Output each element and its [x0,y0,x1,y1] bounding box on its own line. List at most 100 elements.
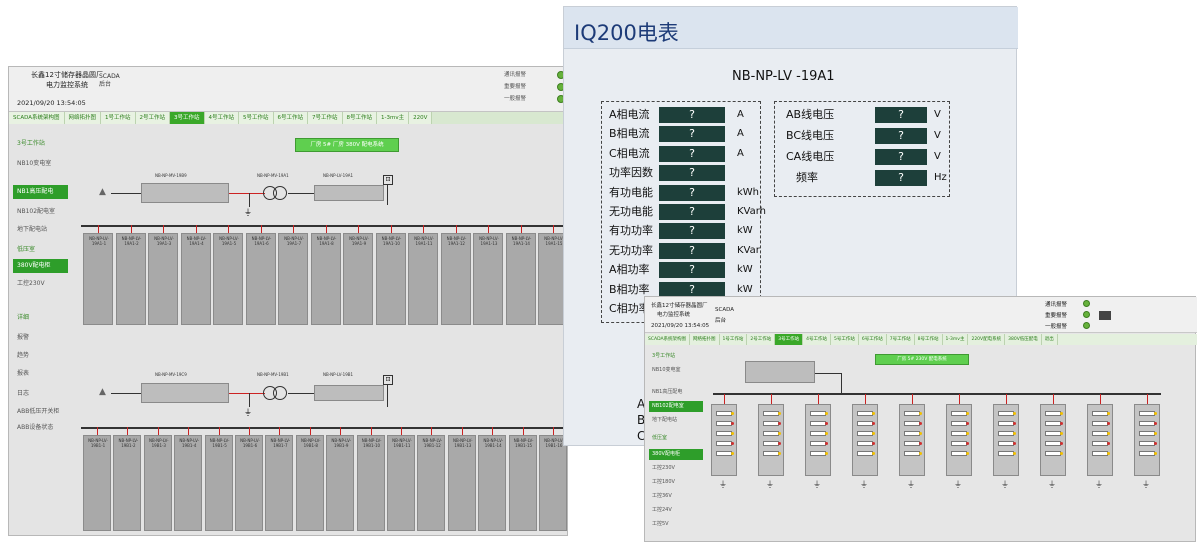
sidebar-item-2[interactable]: NB1高压配电 [13,185,68,199]
feeder-cabinet[interactable]: NB-NP-LV-19B1-10 [356,435,385,531]
sidebar-item-1[interactable]: NB10变电室 [649,365,703,376]
sidebar-item-1[interactable]: NB10变电室 [13,157,68,171]
sidebar-item-11[interactable]: 报表 [13,367,68,381]
tab-2[interactable]: 1号工作站 [720,334,748,345]
sidebar-item-7[interactable]: 工控230V [13,277,68,291]
tab-0[interactable]: SCADA系统架构图 [9,112,65,124]
feeder-cabinet[interactable]: NB-NP-LV-19A1-4 [180,233,211,325]
sidebar-item-10[interactable]: 趋势 [13,349,68,363]
feeder-cabinet[interactable]: NB-NP-LV-19A1-7 [278,233,308,325]
system-title-button[interactable]: 厂房 5# 230V 配电系统 [875,354,969,365]
feeder-cabinet[interactable]: NB-NP-LV-19B1-1 [83,435,111,531]
incoming-cabinet[interactable] [745,361,815,383]
sidebar-item-13[interactable]: ABB低压开关柜 [13,405,68,419]
tab-11[interactable]: 220V配电系统 [968,334,1006,345]
tab-9[interactable]: 8号工作站 [915,334,943,345]
tab-7[interactable]: 6号工作站 [273,112,309,124]
feeder-cabinet[interactable]: NB-NP-LV-19B1-11 [387,435,415,531]
feeder-cabinet[interactable]: NB-NP-LV-19A1-14 [505,233,536,325]
tab-2[interactable]: 1号工作站 [101,112,136,124]
feeder-cabinet[interactable]: NB-NP-LV-19B1-9 [326,435,355,531]
feeder-cabinet[interactable]: NB-NP-LV-19B1-13 [447,435,476,531]
tab-8[interactable]: 7号工作站 [308,112,343,124]
feeder-cabinet[interactable]: NB-NP-LV-19B1-4 [174,435,203,531]
feeder-cabinet[interactable]: NB-NP-LV-19A1-6 [245,233,276,325]
tab-3[interactable]: 2号工作站 [747,334,776,345]
tab-6[interactable]: 5号工作站 [239,112,274,124]
mv-cabinet[interactable] [141,183,229,203]
sidebar-item-4[interactable]: 地下配电站 [13,223,68,237]
tab-0[interactable]: SCADA系统架构图 [645,334,691,345]
feeder-cabinet[interactable] [946,404,972,476]
alarm-minor-light-icon[interactable] [1083,322,1090,329]
tab-6[interactable]: 5号工作站 [831,334,859,345]
lv-incoming-cabinet[interactable] [314,385,384,401]
lv-incoming-cabinet[interactable] [314,185,384,201]
feeder-cabinet[interactable] [805,404,831,476]
feeder-cabinet[interactable]: NB-NP-LV-19B1-12 [417,435,446,531]
sidebar-item-0[interactable]: 3号工作站 [13,137,68,151]
sidebar-item-4[interactable]: 地下配电站 [649,415,703,426]
sidebar-item-5[interactable]: 低压室 [649,433,703,444]
sidebar-item-7[interactable]: 工控230V [649,463,703,474]
mv-cabinet[interactable] [141,383,229,403]
feeder-cabinet[interactable]: NB-NP-LV-19A1-5 [213,233,243,325]
feeder-cabinet[interactable]: NB-NP-LV-19B1-8 [295,435,324,531]
sidebar-item-9[interactable]: 报警 [13,331,68,345]
feeder-cabinet[interactable]: NB-NP-LV-19B1-7 [265,435,294,531]
feeder-cabinet[interactable]: NB-NP-LV-19A1-2 [115,233,146,325]
feeder-cabinet[interactable] [711,404,737,476]
feeder-cabinet[interactable]: NB-NP-LV-19A1-9 [343,233,373,325]
sidebar-item-3[interactable]: NB102配电室 [13,205,68,219]
tab-4[interactable]: 3号工作站 [170,112,205,124]
tab-12[interactable]: 380V低压配电 [1005,334,1042,345]
feeder-cabinet[interactable]: NB-NP-LV-19A1-3 [148,233,178,325]
feeder-cabinet[interactable]: NB-NP-LV-19B1-6 [235,435,263,531]
sidebar-item-0[interactable]: 3号工作站 [649,351,703,362]
feeder-cabinet[interactable] [993,404,1019,476]
feeder-cabinet[interactable] [899,404,925,476]
system-title-button[interactable]: 厂房 5# 厂房 380V 配电系统 [295,138,399,152]
tab-1[interactable]: 网络拓扑图 [64,112,102,124]
tab-11[interactable]: 220V [409,112,433,124]
sidebar-item-5[interactable]: 低压室 [13,243,68,257]
sidebar-item-2[interactable]: NB1高压配电 [649,387,703,398]
feeder-cabinet[interactable]: NB-NP-LV-19A1-1 [83,233,113,325]
sidebar-item-10[interactable]: 工控24V [649,505,703,516]
feeder-cabinet[interactable] [1040,404,1066,476]
sidebar-item-6[interactable]: 380V配电柜 [13,259,68,273]
tab-9[interactable]: 8号工作站 [342,112,378,124]
alarm-comm-light-icon[interactable] [1083,300,1090,307]
tab-10[interactable]: 1-3mv主 [943,334,969,345]
sidebar-item-11[interactable]: 工控5V [649,519,703,530]
sidebar-item-6[interactable]: 380V配电柜 [649,449,703,460]
feeder-cabinet[interactable] [1087,404,1113,476]
tab-5[interactable]: 4号工作站 [803,334,832,345]
meter-icon[interactable]: ⊡ [383,375,393,385]
tab-10[interactable]: 1-3mv主 [377,112,410,124]
alarm-major-light-icon[interactable] [1083,311,1090,318]
feeder-cabinet[interactable] [758,404,784,476]
sidebar-item-8[interactable]: 工控180V [649,477,703,488]
sidebar-item-9[interactable]: 工控36V [649,491,703,502]
feeder-cabinet[interactable] [1134,404,1160,476]
tab-8[interactable]: 7号工作站 [887,334,915,345]
tab-5[interactable]: 4号工作站 [204,112,240,124]
tab-4[interactable]: 3号工作站 [775,334,804,345]
feeder-cabinet[interactable]: NB-NP-LV-19B1-16 [539,435,567,531]
meter-icon[interactable]: ⊡ [383,175,393,185]
tab-3[interactable]: 2号工作站 [135,112,171,124]
monitor-icon[interactable] [1099,311,1111,320]
feeder-cabinet[interactable]: NB-NP-LV-19B1-3 [143,435,172,531]
tab-1[interactable]: 网络拓扑图 [690,334,720,345]
sidebar-item-3[interactable]: NB102配电室 [649,401,703,412]
sidebar-item-12[interactable]: 日志 [13,387,68,401]
feeder-cabinet[interactable]: NB-NP-LV-19A1-12 [440,233,471,325]
feeder-cabinet[interactable]: NB-NP-LV-19B1-14 [478,435,507,531]
feeder-cabinet[interactable]: NB-NP-LV-19B1-2 [113,435,142,531]
feeder-cabinet[interactable]: NB-NP-LV-19A1-10 [375,233,406,325]
tab-7[interactable]: 6号工作站 [859,334,887,345]
feeder-cabinet[interactable] [852,404,878,476]
sidebar-item-14[interactable]: ABB设备状态 [13,421,68,435]
sidebar-item-8[interactable]: 详细 [13,311,68,325]
